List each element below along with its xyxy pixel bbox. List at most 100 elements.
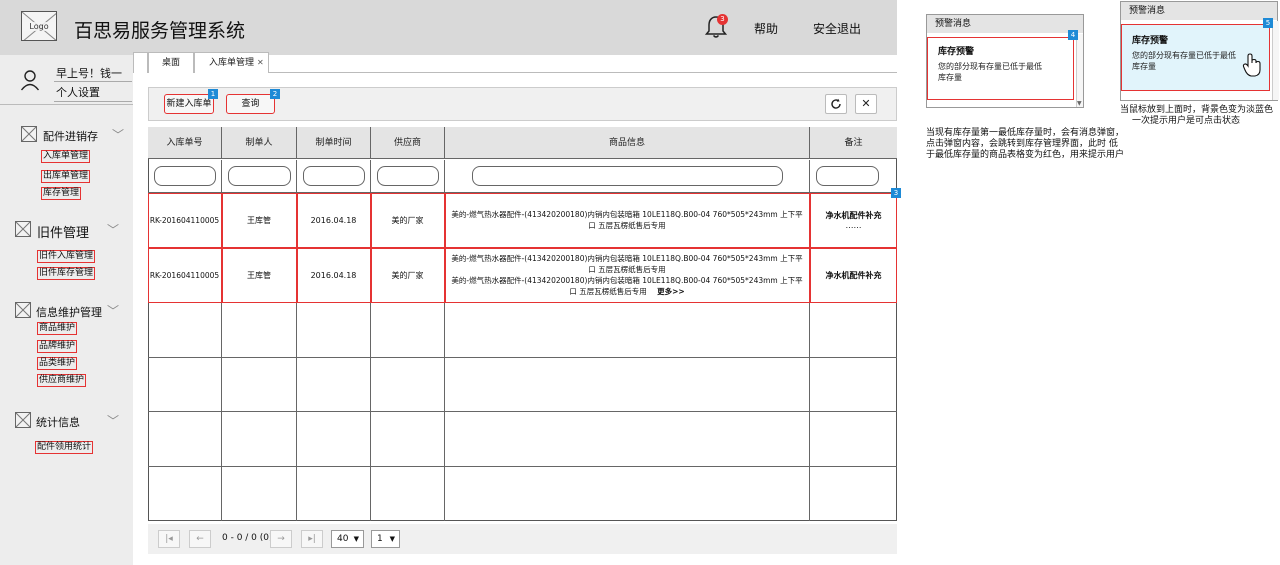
filter-input-time[interactable] — [303, 166, 365, 186]
sidebar-item-used-inbound[interactable]: 旧件入库管理 — [37, 250, 96, 263]
table-cell-maker[interactable]: 王库管 — [222, 193, 297, 248]
refresh-button[interactable] — [825, 94, 847, 114]
section-placeholder-icon — [15, 221, 31, 237]
popup-title: 库存预警 — [1132, 36, 1169, 46]
chevron-down-icon[interactable]: ﹀ — [112, 126, 124, 143]
table-cell-empty — [222, 303, 297, 358]
divider — [0, 104, 133, 105]
table-cell-supplier[interactable]: 美的厂家 — [371, 193, 445, 248]
table-cell-no[interactable]: RK-201604110005 — [148, 193, 222, 248]
scrollbar[interactable]: ▼ — [1076, 34, 1083, 107]
filter-cell — [222, 160, 297, 193]
annotation-tag: 5 — [1263, 18, 1273, 28]
chevron-down-icon[interactable]: ﹀ — [107, 221, 119, 238]
filter-input-remark[interactable] — [816, 166, 879, 186]
sidebar-section-stats[interactable]: 统计信息 — [36, 414, 80, 430]
table-cell-empty — [297, 467, 371, 521]
tab-desktop[interactable]: 桌面 — [148, 52, 194, 73]
goods-line: 美的-燃气热水器配件-(413420200180)内销内包装暗箱 10LE118… — [451, 254, 803, 263]
table-cell-time[interactable]: 2016.04.18 — [297, 248, 371, 303]
scrollbar[interactable] — [1272, 21, 1279, 100]
sidebar-item-brand[interactable]: 品牌维护 — [37, 340, 78, 353]
filter-input-maker[interactable] — [228, 166, 291, 186]
sidebar-section-used-parts[interactable]: 旧件管理 — [37, 222, 89, 241]
table-cell-time[interactable]: 2016.04.18 — [297, 193, 371, 248]
page-size-select[interactable]: 40 ▼ — [331, 530, 364, 548]
tab-scroll-left[interactable] — [133, 52, 148, 73]
chevron-down-icon[interactable]: ﹀ — [107, 302, 119, 319]
table-cell-maker[interactable]: 王库管 — [222, 248, 297, 303]
warning-popup-hover: 预警消息 库存预警 您的部分现有存量已低于最低 库存量 — [1120, 1, 1279, 101]
warning-popup: 预警消息 库存预警 您的部分现有存量已低于最低 库存量 ▼ — [926, 14, 1084, 108]
table-cell-empty — [445, 303, 810, 358]
popup-text-line: 您的部分现有存量已低于最低 — [1132, 51, 1236, 60]
annotation-note: 一次提示用户是可点击状态 — [1132, 116, 1241, 126]
goods-line: 美的-燃气热水器配件-(413420200180)内销内包装暗箱 10LE118… — [451, 210, 803, 219]
more-link[interactable]: 更多>> — [657, 287, 685, 296]
tab-inbound[interactable]: 入库单管理 ✕ — [194, 52, 269, 73]
first-page-button[interactable]: |◂ — [158, 530, 180, 548]
popup-text-line: 库存量 — [938, 73, 962, 82]
next-page-button[interactable]: → — [270, 530, 292, 548]
column-header-goods[interactable]: 商品信息 — [445, 127, 810, 159]
column-header-no[interactable]: 入库单号 — [148, 127, 222, 159]
arrow-right-icon: → — [277, 534, 285, 544]
annotation-tag: 3 — [891, 188, 901, 198]
query-button[interactable]: 查询 — [226, 94, 275, 114]
table-cell-goods[interactable]: 美的-燃气热水器配件-(413420200180)内销内包装暗箱 10LE118… — [445, 248, 810, 303]
chevron-down-icon[interactable]: ﹀ — [107, 412, 119, 429]
filter-input-no[interactable] — [154, 166, 216, 186]
sidebar-item-outbound[interactable]: 出库单管理 — [41, 170, 91, 183]
sidebar-item-inbound[interactable]: 入库单管理 — [41, 150, 91, 163]
annotation-tag: 4 — [1068, 30, 1078, 40]
table-cell-remark[interactable]: 净水机配件补充 — [810, 248, 897, 303]
prev-page-button[interactable]: ← — [189, 530, 211, 548]
close-button[interactable]: ✕ — [855, 94, 877, 114]
table-cell-goods[interactable]: 美的-燃气热水器配件-(413420200180)内销内包装暗箱 10LE118… — [445, 193, 810, 248]
column-header-maker[interactable]: 制单人 — [222, 127, 297, 159]
column-header-remark[interactable]: 备注 — [810, 127, 897, 159]
column-header-time[interactable]: 制单时间 — [297, 127, 371, 159]
warning-popup-body[interactable]: 库存预警 您的部分现有存量已低于最低 库存量 — [1121, 24, 1270, 91]
app-title: 百思易服务管理系统 — [74, 20, 246, 42]
sidebar-item-supplier[interactable]: 供应商维护 — [37, 374, 87, 387]
goods-line: 口 五层瓦楞纸售后专用 — [588, 265, 666, 274]
table-cell-empty — [371, 412, 445, 467]
sidebar-section-parts[interactable]: 配件进销存 — [43, 128, 98, 144]
table-cell-empty — [297, 412, 371, 467]
new-inbound-button[interactable]: 新建入库单 — [164, 94, 214, 114]
sidebar-item-category[interactable]: 品类维护 — [37, 357, 78, 370]
table-cell-empty — [222, 412, 297, 467]
table-cell-empty — [810, 303, 897, 358]
scroll-down-icon[interactable]: ▼ — [1077, 100, 1082, 107]
goods-line: 美的-燃气热水器配件-(413420200180)内销内包装暗箱 10LE118… — [451, 276, 803, 285]
table-cell-remark[interactable]: 净水机配件补充 …… — [810, 193, 897, 248]
table-cell-empty — [810, 358, 897, 412]
page-select[interactable]: 1 ▼ — [371, 530, 400, 548]
sidebar-item-parts-stats[interactable]: 配件领用统计 — [35, 441, 94, 454]
warning-popup-body[interactable]: 库存预警 您的部分现有存量已低于最低 库存量 — [927, 37, 1074, 100]
sidebar-item-goods[interactable]: 商品维护 — [37, 322, 78, 335]
table-cell-empty — [810, 412, 897, 467]
filter-input-supplier[interactable] — [377, 166, 439, 186]
popup-text-line: 您的部分现有存量已低于最低 — [938, 62, 1042, 71]
column-header-supplier[interactable]: 供应商 — [371, 127, 445, 159]
last-page-button[interactable]: ▸| — [301, 530, 323, 548]
divider — [54, 101, 132, 102]
filter-input-goods[interactable] — [472, 166, 783, 186]
sidebar-item-used-inventory[interactable]: 旧件库存管理 — [37, 267, 96, 280]
personal-settings-link[interactable]: 个人设置 — [56, 84, 100, 100]
sidebar-section-info[interactable]: 信息维护管理 — [36, 304, 102, 320]
table-cell-empty — [297, 303, 371, 358]
help-link[interactable]: 帮助 — [754, 20, 778, 37]
annotation-note: 当鼠标放到上面时，背景色变为淡蓝色 — [1120, 105, 1274, 115]
table-cell-empty — [445, 467, 810, 521]
close-icon[interactable]: ✕ — [257, 53, 264, 73]
table-cell-empty — [445, 412, 810, 467]
table-cell-no[interactable]: RK-201604110005 — [148, 248, 222, 303]
goods-line-last: 口 五层瓦楞纸售后专用 更多>> — [569, 286, 684, 297]
table-cell-supplier[interactable]: 美的厂家 — [371, 248, 445, 303]
logout-link[interactable]: 安全退出 — [813, 20, 861, 37]
caret-down-icon: ▼ — [353, 535, 359, 543]
sidebar-item-inventory[interactable]: 库存管理 — [41, 187, 82, 200]
